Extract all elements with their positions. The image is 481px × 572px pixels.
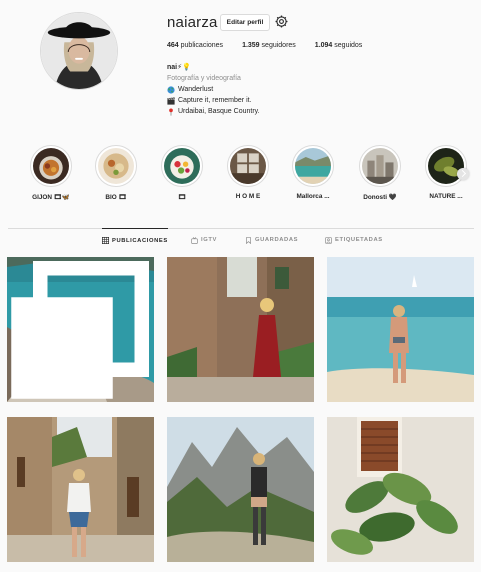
bio-line-1: Wanderlust xyxy=(178,86,214,93)
bio-line-location: Urdaibai, Basque Country. xyxy=(167,106,260,117)
profile-bio: nai⚡💡 Fotografía y videografía Wanderlus… xyxy=(167,62,260,117)
tab-tagged-label: ETIQUETADAS xyxy=(335,237,383,243)
bio-category: Fotografía y videografía xyxy=(167,75,241,82)
tab-saved[interactable]: GUARDADAS xyxy=(245,228,298,252)
highlight-ring xyxy=(95,145,137,187)
post-photo-beach-walk xyxy=(327,257,474,402)
bio-line-3: Urdaibai, Basque Country. xyxy=(178,108,260,115)
highlight-film[interactable]: 🎞 xyxy=(156,145,208,201)
story-highlights: GIJON 🎞🦋 BIO 🎞 🎞 H O M E Mallorca ... Do… xyxy=(25,145,470,205)
highlights-next-arrow-icon[interactable] xyxy=(457,168,469,180)
followers-label: seguidores xyxy=(261,42,296,49)
tab-posts-label: PUBLICACIONES xyxy=(112,237,168,244)
location-pin-icon xyxy=(169,108,173,116)
tab-tagged[interactable]: ETIQUETADAS xyxy=(325,228,383,252)
post-tile[interactable] xyxy=(7,257,154,402)
highlight-ring xyxy=(292,145,334,187)
following-label: seguidos xyxy=(334,42,363,49)
post-photo-plant-window xyxy=(327,417,474,562)
post-photo-red-dress xyxy=(167,257,314,402)
profile-username: naiarza xyxy=(167,14,218,31)
highlight-ring xyxy=(30,145,72,187)
highlight-mallorca[interactable]: Mallorca ... xyxy=(287,145,339,200)
highlight-bio[interactable]: BIO 🎞 xyxy=(90,145,142,201)
highlight-ring xyxy=(227,145,269,187)
posts-count: 464 xyxy=(167,42,179,49)
bio-name: nai⚡💡 xyxy=(167,64,191,71)
bowl-photo-icon xyxy=(98,148,134,184)
followers-count: 1.359 xyxy=(242,42,260,49)
following-count: 1.094 xyxy=(314,42,333,49)
bio-line-capture: Capture it, remember it. xyxy=(167,95,260,106)
following-stat[interactable]: 1.094 seguidos xyxy=(315,42,363,49)
post-tile[interactable] xyxy=(327,417,474,562)
tab-saved-label: GUARDADAS xyxy=(255,237,299,243)
highlight-ring xyxy=(161,145,203,187)
multi-photo-icon xyxy=(11,261,149,399)
globe-icon xyxy=(167,85,175,94)
bio-line-wanderlust: Wanderlust xyxy=(167,84,260,95)
followers-stat[interactable]: 1.359 seguidores xyxy=(242,42,296,49)
post-tile[interactable] xyxy=(327,257,474,402)
city-photo-icon xyxy=(362,148,398,184)
tab-igtv-label: IGTV xyxy=(201,237,217,243)
highlight-label: BIO 🎞 xyxy=(105,194,127,201)
post-tile[interactable] xyxy=(167,417,314,562)
post-photo-village-street xyxy=(7,417,154,562)
tab-igtv[interactable]: IGTV xyxy=(191,228,217,252)
settings-gear-icon[interactable] xyxy=(275,15,288,28)
fruit-bowl-photo-icon xyxy=(164,148,200,184)
posts-stat: 464 publicaciones xyxy=(167,42,223,49)
highlight-label: GIJON 🎞🦋 xyxy=(32,194,70,201)
post-photo-mountain-hike xyxy=(167,417,314,562)
window-photo-icon xyxy=(230,148,266,184)
posts-label: publicaciones xyxy=(180,42,224,49)
post-tile[interactable] xyxy=(7,417,154,562)
edit-profile-button[interactable]: Editar perfil xyxy=(220,14,270,31)
profile-tabs: PUBLICACIONES IGTV GUARDADAS ETIQUETADAS xyxy=(0,228,481,252)
highlight-donosti[interactable]: Donosti 🖤 xyxy=(354,145,406,201)
highlight-gijon[interactable]: GIJON 🎞🦋 xyxy=(25,145,77,201)
tagged-icon xyxy=(325,236,332,244)
igtv-icon xyxy=(191,236,198,244)
grid-icon xyxy=(102,237,109,244)
clapper-board-icon xyxy=(167,96,175,105)
tab-posts[interactable]: PUBLICACIONES xyxy=(102,228,168,252)
highlight-label: Mallorca ... xyxy=(296,193,330,200)
highlight-label: NATURE ... xyxy=(429,193,463,200)
highlight-label: H O M E xyxy=(235,193,261,200)
bookmark-icon xyxy=(246,236,251,244)
highlight-label: Donosti 🖤 xyxy=(363,194,397,201)
highlight-ring xyxy=(425,145,467,187)
highlight-label: 🎞 xyxy=(177,194,187,201)
profile-avatar[interactable] xyxy=(40,12,118,90)
highlight-home[interactable]: H O M E xyxy=(222,145,274,200)
highlight-ring xyxy=(359,145,401,187)
beach-photo-icon xyxy=(295,148,331,184)
bio-line-2: Capture it, remember it. xyxy=(178,97,252,104)
profile-stats: 464 publicaciones 1.359 seguidores 1.094… xyxy=(167,42,381,49)
food-photo-icon xyxy=(33,148,69,184)
post-tile[interactable] xyxy=(167,257,314,402)
avatar-photo xyxy=(41,13,117,89)
